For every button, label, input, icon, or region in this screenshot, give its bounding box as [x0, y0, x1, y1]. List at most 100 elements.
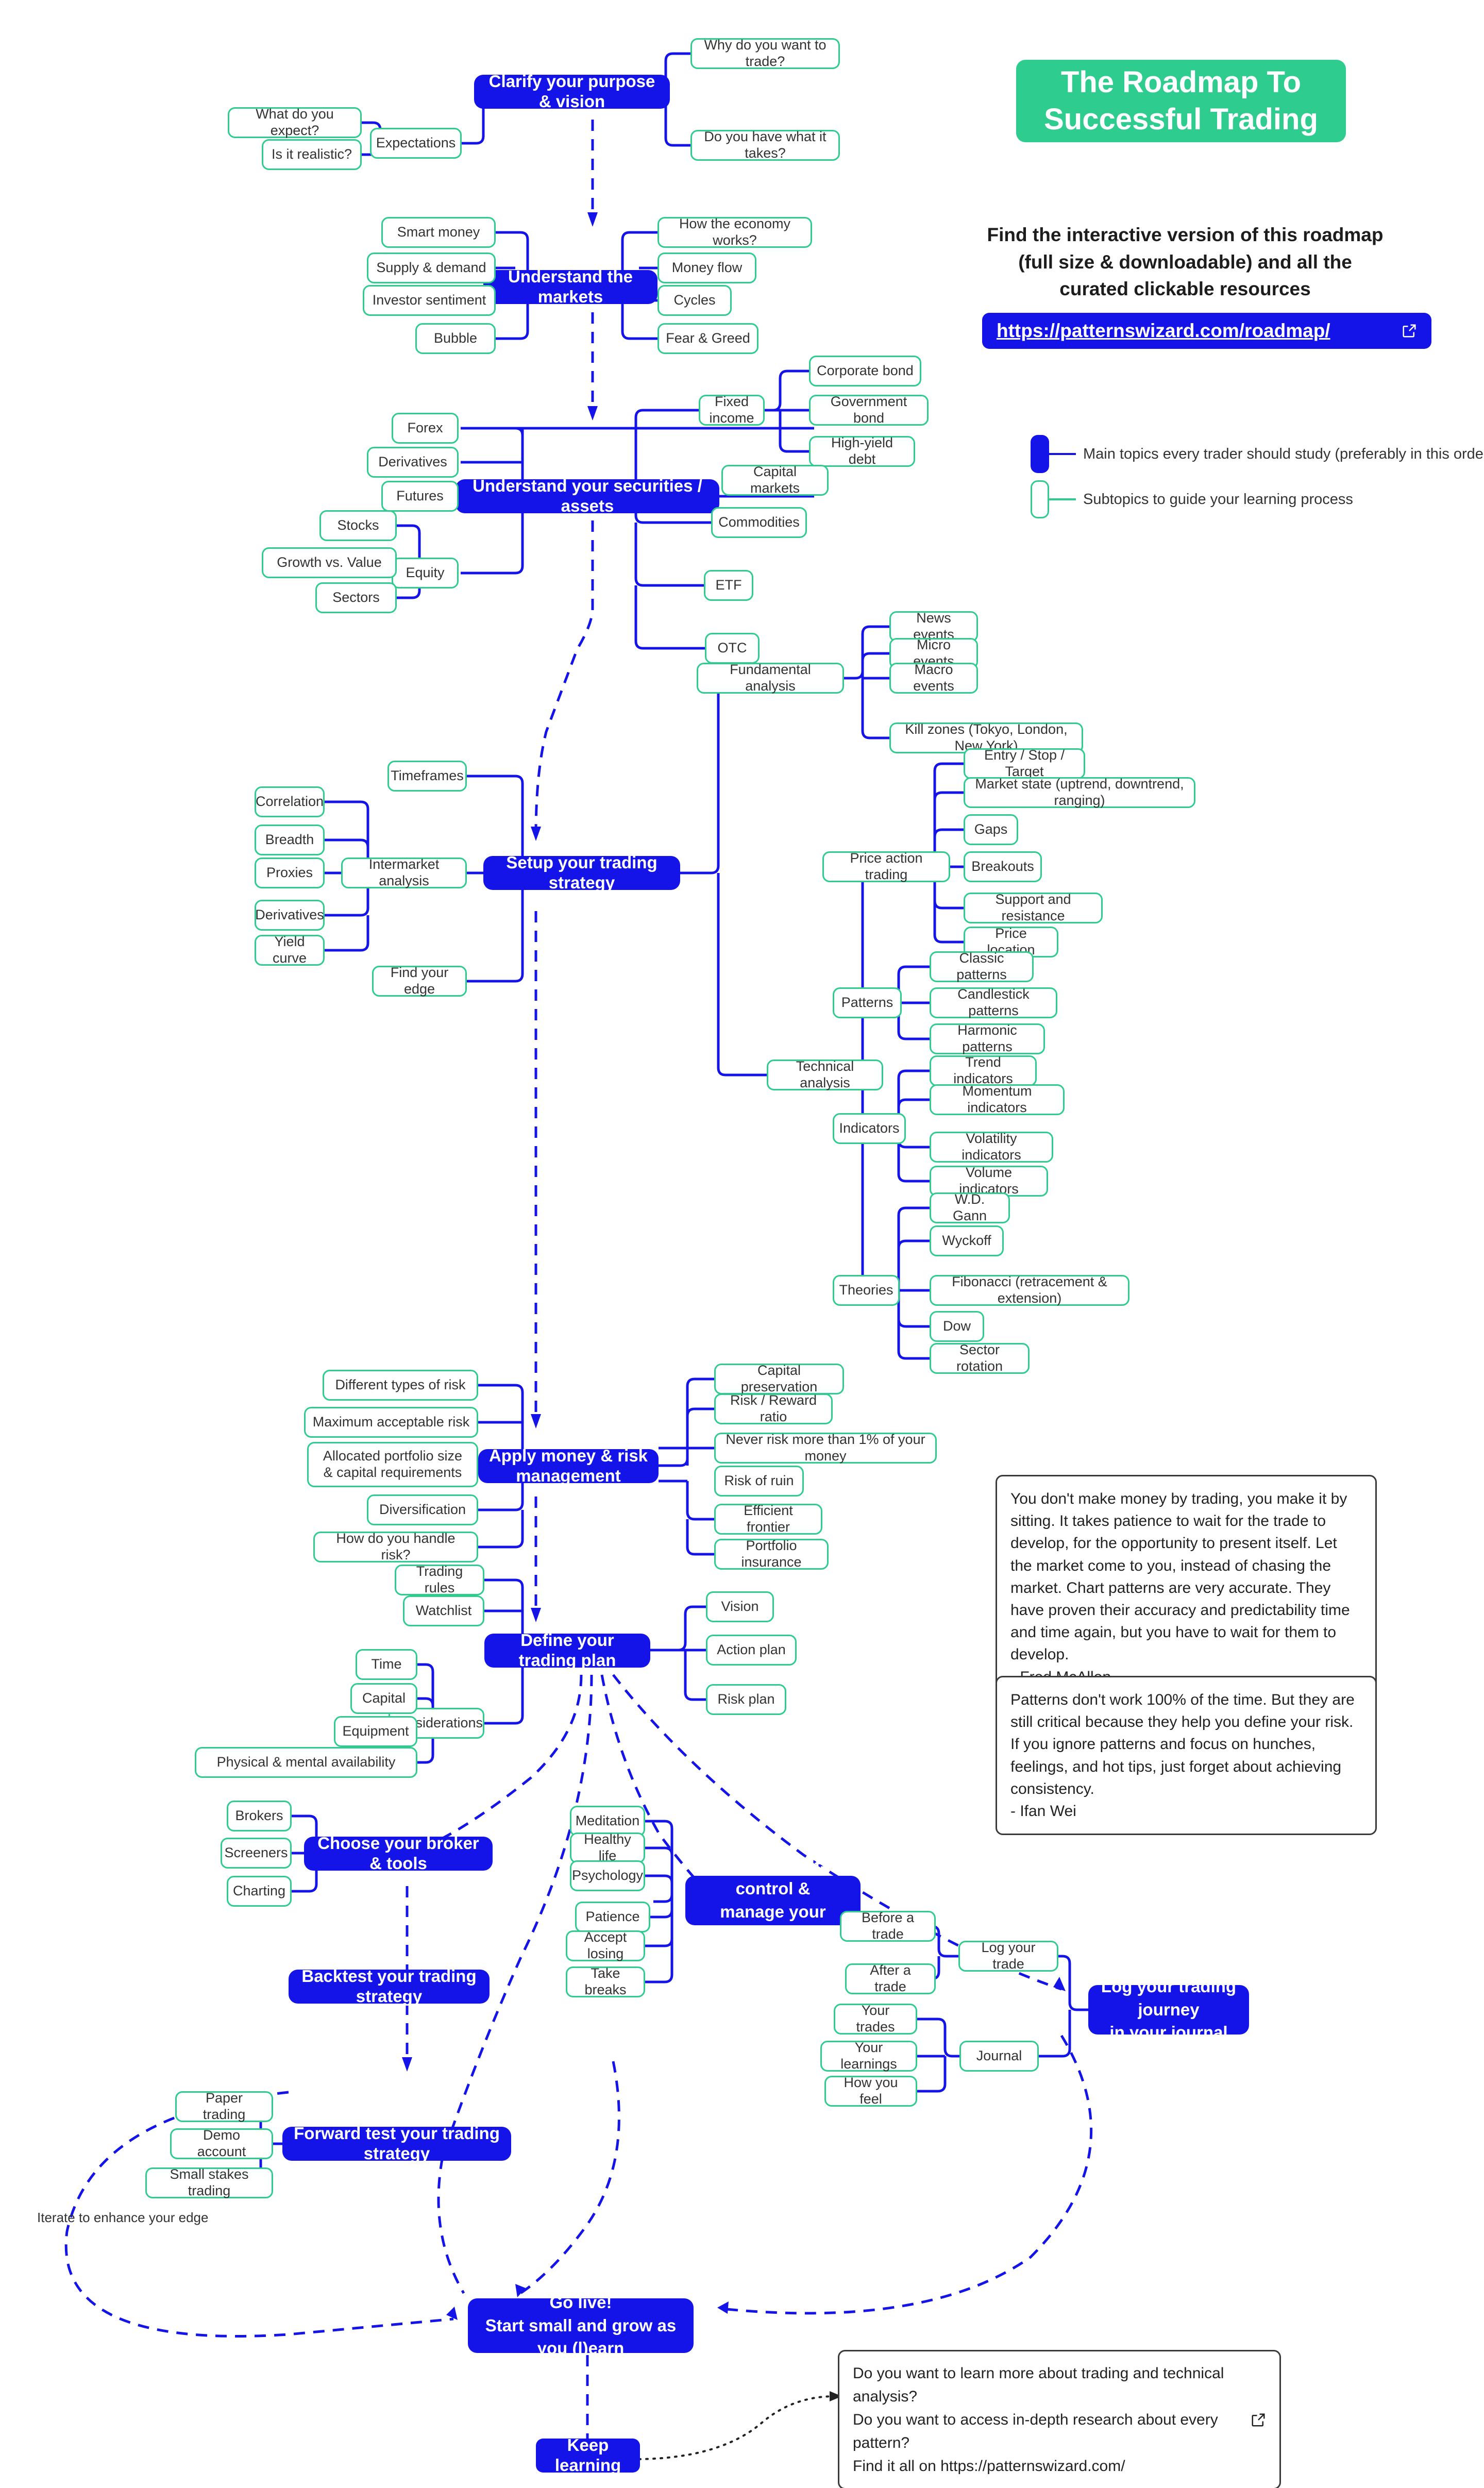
- main-node-keep-learning[interactable]: Keep learning: [536, 2435, 640, 2475]
- sub-node-vision[interactable]: Vision: [706, 1591, 774, 1622]
- sub-node-maximum-acceptable-risk[interactable]: Maximum acceptable risk: [304, 1407, 478, 1438]
- sub-node-psychology[interactable]: Psychology: [570, 1860, 645, 1891]
- sub-node-journal[interactable]: Journal: [959, 2041, 1039, 2072]
- main-node-self-control[interactable]: Practice self-control & manage your emot…: [685, 1856, 861, 1944]
- sub-node-capital-preservation[interactable]: Capital preservation: [714, 1363, 844, 1394]
- main-node-money-risk-management[interactable]: Apply money & risk management: [478, 1446, 659, 1485]
- sub-node-entry-stop-target[interactable]: Entry / Stop / Target: [964, 747, 1085, 779]
- sub-node-wd-gann[interactable]: W.D. Gann: [930, 1191, 1010, 1223]
- sub-node-candlestick-patterns[interactable]: Candlestick patterns: [930, 986, 1057, 1018]
- sub-node-market-state[interactable]: Market state (uptrend, downtrend, rangin…: [964, 776, 1195, 808]
- sub-node-how-handle-risk[interactable]: How do you handle risk?: [313, 1531, 478, 1562]
- sub-node-stocks[interactable]: Stocks: [319, 510, 397, 541]
- sub-node-your-learnings[interactable]: Your learnings: [820, 2040, 917, 2072]
- sub-node-investor-sentiment[interactable]: Investor sentiment: [363, 285, 496, 316]
- sub-node-trend-indicators[interactable]: Trend indicators: [930, 1054, 1037, 1086]
- sub-node-momentum-indicators[interactable]: Momentum indicators: [930, 1083, 1065, 1115]
- sub-node-time[interactable]: Time: [356, 1649, 417, 1680]
- sub-node-screeners[interactable]: Screeners: [221, 1838, 292, 1869]
- main-node-backtest-strategy[interactable]: Backtest your trading strategy: [289, 1966, 490, 2006]
- sub-node-risk-of-ruin[interactable]: Risk of ruin: [714, 1466, 804, 1497]
- sub-node-theories[interactable]: Theories: [833, 1275, 900, 1306]
- sub-node-diversification[interactable]: Diversification: [367, 1494, 478, 1525]
- sub-node-trading-rules[interactable]: Trading rules: [395, 1564, 484, 1595]
- sub-node-derivatives[interactable]: Derivatives: [367, 447, 459, 478]
- sub-node-watchlist[interactable]: Watchlist: [403, 1595, 484, 1626]
- sub-node-equity[interactable]: Equity: [392, 558, 459, 589]
- sub-node-gaps[interactable]: Gaps: [964, 814, 1018, 845]
- sub-node-correlation[interactable]: Correlation: [255, 786, 325, 817]
- sub-node-indicators[interactable]: Indicators: [833, 1113, 906, 1144]
- sub-node-technical-analysis[interactable]: Technical analysis: [767, 1058, 883, 1090]
- sub-node-otc[interactable]: OTC: [705, 633, 760, 664]
- sub-node-high-yield-debt[interactable]: High-yield debt: [809, 435, 915, 467]
- sub-node-find-your-edge[interactable]: Find your edge: [372, 965, 467, 997]
- sub-node-corporate-bond[interactable]: Corporate bond: [809, 356, 921, 386]
- cta-card[interactable]: Do you want to learn more about trading …: [838, 2350, 1281, 2488]
- sub-node-sectors[interactable]: Sectors: [315, 582, 397, 613]
- sub-node-brokers[interactable]: Brokers: [227, 1801, 292, 1831]
- sub-node-small-stakes-trading[interactable]: Small stakes trading: [145, 2166, 273, 2198]
- sub-node-dow[interactable]: Dow: [930, 1311, 984, 1342]
- sub-node-fibonacci[interactable]: Fibonacci (retracement & extension): [930, 1274, 1129, 1306]
- sub-node-fixed-income[interactable]: Fixed income: [699, 394, 765, 426]
- sub-node-demo-account[interactable]: Demo account: [170, 2127, 273, 2159]
- sub-node-charting[interactable]: Charting: [227, 1876, 292, 1907]
- sub-node-macro-events[interactable]: Macro events: [889, 662, 978, 694]
- main-node-go-live[interactable]: Go live! Start small and grow as you (l)…: [468, 2293, 694, 2358]
- sub-node-capital[interactable]: Capital: [350, 1683, 417, 1714]
- sub-node-cycles[interactable]: Cycles: [657, 285, 732, 316]
- roadmap-url-button[interactable]: https://patternswizard.com/roadmap/: [982, 313, 1431, 349]
- sub-node-before-a-trade[interactable]: Before a trade: [840, 1910, 936, 1942]
- main-node-choose-broker-tools[interactable]: Choose your broker & tools: [304, 1834, 493, 1873]
- sub-node-timeframes[interactable]: Timeframes: [387, 761, 467, 792]
- sub-node-risk-reward-ratio[interactable]: Risk / Reward ratio: [714, 1392, 833, 1424]
- sub-node-volatility-indicators[interactable]: Volatility indicators: [930, 1131, 1053, 1163]
- sub-node-portfolio-insurance[interactable]: Portfolio insurance: [714, 1538, 829, 1570]
- sub-node-yield-curve[interactable]: Yield curve: [255, 934, 325, 966]
- sub-node-how-you-feel[interactable]: How you feel: [824, 2075, 917, 2107]
- sub-node-patience[interactable]: Patience: [575, 1902, 650, 1932]
- sub-node-futures[interactable]: Futures: [381, 481, 459, 512]
- sub-node-after-a-trade[interactable]: After a trade: [845, 1962, 936, 1994]
- sub-node-derivatives-intermarket[interactable]: Derivatives: [255, 900, 325, 931]
- sub-node-wyckoff[interactable]: Wyckoff: [930, 1225, 1004, 1256]
- sub-node-commodities[interactable]: Commodities: [711, 507, 807, 538]
- sub-node-paper-trading[interactable]: Paper trading: [175, 2090, 273, 2122]
- sub-node-equipment[interactable]: Equipment: [334, 1716, 417, 1747]
- sub-node-what-it-takes[interactable]: Do you have what it takes?: [690, 129, 840, 161]
- main-node-clarify-purpose[interactable]: Clarify your purpose & vision: [474, 72, 670, 111]
- sub-node-growth-vs-value[interactable]: Growth vs. Value: [262, 547, 397, 578]
- main-node-log-journal[interactable]: Log your trading journey in your journal: [1088, 1977, 1249, 2042]
- sub-node-log-your-trade[interactable]: Log your trade: [958, 1940, 1058, 1972]
- sub-node-proxies[interactable]: Proxies: [255, 858, 325, 888]
- main-node-understand-markets[interactable]: Understand the markets: [483, 267, 657, 306]
- sub-node-never-risk-1-percent[interactable]: Never risk more than 1% of your money: [714, 1432, 937, 1464]
- sub-node-capital-markets[interactable]: Capital markets: [721, 464, 829, 496]
- sub-node-types-of-risk[interactable]: Different types of risk: [323, 1370, 478, 1401]
- main-node-setup-strategy[interactable]: Setup your trading strategy: [483, 853, 680, 892]
- sub-node-price-action-trading[interactable]: Price action trading: [822, 850, 950, 882]
- sub-node-how-economy-works[interactable]: How the economy works?: [657, 216, 812, 248]
- sub-node-accept-losing[interactable]: Accept losing: [566, 1929, 645, 1961]
- sub-node-is-it-realistic[interactable]: Is it realistic?: [262, 139, 362, 170]
- main-node-forward-test[interactable]: Forward test your trading strategy: [282, 2124, 511, 2163]
- sub-node-efficient-frontier[interactable]: Efficient frontier: [714, 1503, 822, 1535]
- sub-node-risk-plan[interactable]: Risk plan: [706, 1684, 786, 1715]
- sub-node-allocated-portfolio-size[interactable]: Allocated portfolio size & capital requi…: [307, 1442, 478, 1487]
- sub-node-support-resistance[interactable]: Support and resistance: [964, 892, 1103, 923]
- main-node-trading-plan[interactable]: Define your trading plan: [484, 1630, 650, 1670]
- sub-node-sector-rotation[interactable]: Sector rotation: [930, 1342, 1030, 1374]
- sub-node-breadth[interactable]: Breadth: [255, 825, 325, 855]
- sub-node-etf[interactable]: ETF: [704, 570, 753, 601]
- sub-node-fundamental-analysis[interactable]: Fundamental analysis: [697, 662, 844, 694]
- sub-node-supply-demand[interactable]: Supply & demand: [367, 253, 496, 283]
- sub-node-your-trades[interactable]: Your trades: [834, 2003, 917, 2035]
- sub-node-why-trade[interactable]: Why do you want to trade?: [690, 37, 840, 69]
- sub-node-government-bond[interactable]: Government bond: [809, 394, 929, 426]
- sub-node-what-do-you-expect[interactable]: What do you expect?: [228, 106, 362, 138]
- sub-node-expectations[interactable]: Expectations: [370, 128, 462, 159]
- sub-node-harmonic-patterns[interactable]: Harmonic patterns: [930, 1022, 1045, 1054]
- sub-node-patterns[interactable]: Patterns: [833, 987, 902, 1018]
- sub-node-action-plan[interactable]: Action plan: [706, 1635, 797, 1666]
